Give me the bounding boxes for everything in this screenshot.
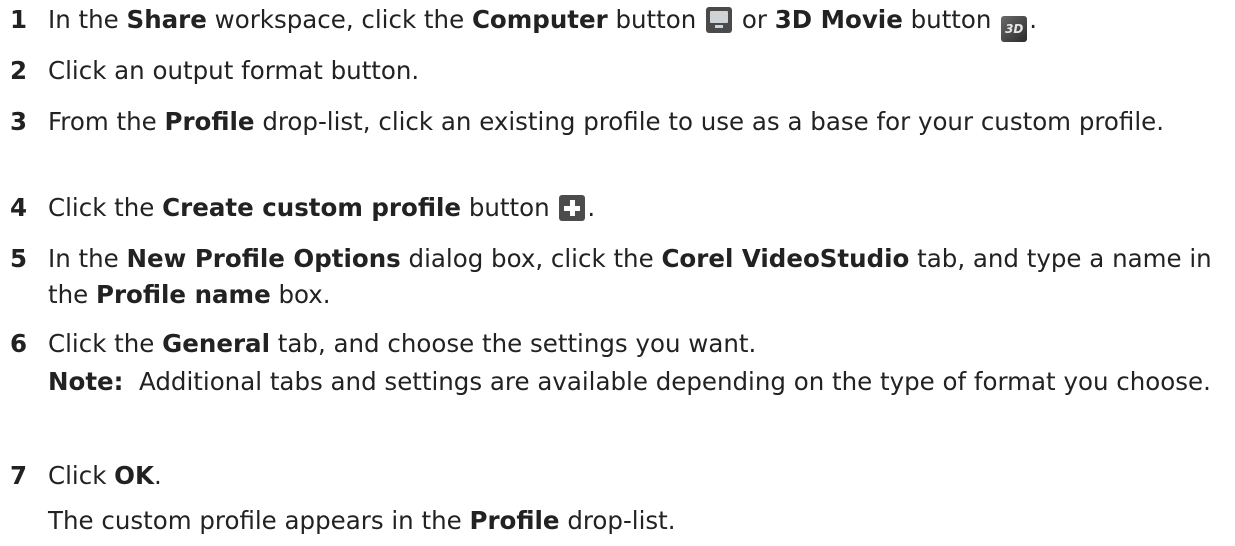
step-text: Click the Create custom profile button . — [48, 190, 1215, 226]
ui-term-create-custom-profile: Create custom profile — [162, 193, 462, 222]
text-run: The custom profile appears in the — [48, 506, 470, 535]
step-number: 2 — [10, 56, 28, 85]
text-run: . — [153, 461, 162, 490]
text-run: In the — [48, 244, 127, 273]
text-run: or — [734, 5, 775, 34]
step-text: From the Profile drop-list, click an exi… — [48, 104, 1215, 140]
ui-term-profile: Profile — [469, 506, 560, 535]
text-run: box. — [270, 280, 331, 309]
ui-term-3d-movie: 3D Movie — [774, 5, 903, 34]
ui-term-computer: Computer — [471, 5, 608, 34]
step-number: 7 — [10, 461, 28, 490]
step-number: 5 — [10, 244, 28, 273]
ui-term-general: General — [162, 329, 270, 358]
ui-term-share: Share — [126, 5, 207, 34]
step-number: 4 — [10, 193, 28, 222]
text-run: In the — [48, 5, 127, 34]
text-run: button — [902, 5, 1000, 34]
computer-icon — [706, 7, 733, 33]
text-run: button — [607, 5, 705, 34]
note: Note: Additional tabs and settings are a… — [48, 364, 1215, 400]
text-run: button — [461, 193, 558, 222]
text-run: workspace, click the — [206, 5, 472, 34]
ui-term-ok: OK — [114, 461, 154, 490]
step-result: The custom profile appears in the Profil… — [48, 503, 1215, 539]
text-run: . — [587, 193, 596, 222]
step-number: 1 — [10, 5, 28, 34]
ui-term-profile: Profile — [164, 107, 255, 136]
text-run: drop-list, click an existing profile to … — [254, 107, 1165, 136]
text-run: tab, and choose the settings you want. — [269, 329, 757, 358]
step-text: In the Share workspace, click the Comput… — [48, 2, 1215, 42]
text-run: Click the — [48, 193, 163, 222]
step-text: In the New Profile Options dialog box, c… — [48, 241, 1215, 313]
step-text: Click OK. — [48, 458, 1215, 494]
step-text: Click the General tab, and choose the se… — [48, 326, 1215, 362]
text-run: Click — [48, 461, 115, 490]
text-run: Click the — [48, 329, 163, 358]
ui-term-corel-videostudio: Corel VideoStudio — [661, 244, 910, 273]
step-text: Click an output format button. — [48, 56, 420, 85]
3d-movie-icon: 3D — [1001, 16, 1028, 42]
step-number: 3 — [10, 107, 28, 136]
text-run: drop-list. — [559, 506, 676, 535]
note-text: Additional tabs and settings are availab… — [123, 367, 1211, 396]
ui-term-new-profile-options: New Profile Options — [126, 244, 401, 273]
note-label: Note: — [48, 367, 124, 396]
step-number: 6 — [10, 329, 28, 358]
text-run: . — [1029, 5, 1038, 34]
plus-icon — [559, 195, 586, 221]
text-run: dialog box, click the — [400, 244, 662, 273]
text-run: From the — [48, 107, 165, 136]
procedure-steps: 1 In the Share workspace, click the Comp… — [0, 0, 1235, 546]
ui-term-profile-name: Profile name — [96, 280, 271, 309]
